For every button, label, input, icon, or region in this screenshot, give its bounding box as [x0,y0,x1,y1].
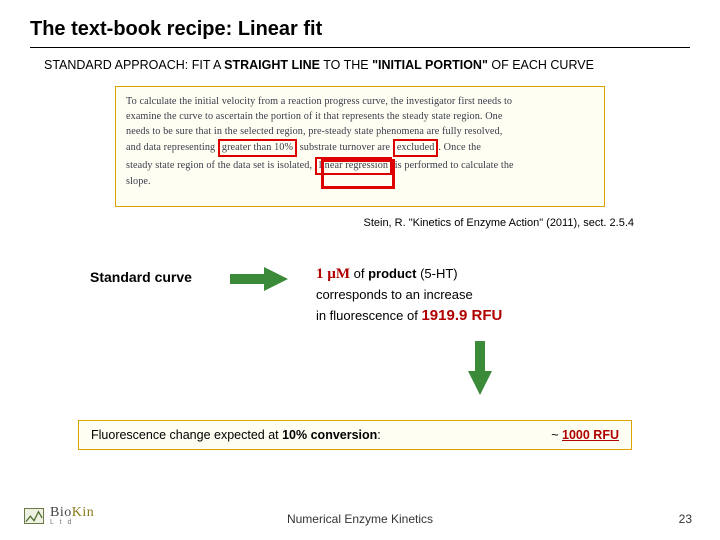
quote-l3: needs to be sure that in the selected re… [126,126,502,137]
highlight-excluded: excluded [393,139,439,157]
exp-left-b: 10% conversion [282,428,377,442]
expected-change-box: Fluorescence change expected at 10% conv… [78,420,632,450]
quote-text: To calculate the initial velocity from a… [126,95,594,190]
exp-left-c: : [377,428,380,442]
subhead-bold-2: "INITIAL PORTION" [372,58,488,72]
textbook-quote-box: To calculate the initial velocity from a… [115,86,605,207]
footer: BioKin L t d Numerical Enzyme Kinetics 2… [0,505,720,526]
standard-curve-row: Standard curve 1 µM of product (5-HT) co… [90,263,690,328]
subhead-mid: TO THE [320,58,372,72]
quote-l4a: and data representing [126,142,218,153]
title-divider [30,47,690,48]
highlight-10pct: greater than 10% [218,139,297,157]
one-micromolar: 1 µM [316,266,350,282]
page-title: The text-book recipe: Linear fit [30,18,690,41]
quote-l4c: substrate turnover are [297,142,393,153]
subhead-post: OF EACH CURVE [488,58,594,72]
standard-curve-label: Standard curve [90,269,192,285]
exp-left-a: Fluorescence change expected at [91,428,282,442]
of-product-pre: of [350,266,368,281]
expected-left: Fluorescence change expected at 10% conv… [91,428,381,442]
exp-right-a: ~ [551,428,562,442]
footer-center: Numerical Enzyme Kinetics [0,512,720,526]
quote-l6: slope. [126,176,151,187]
subhead-bold-1: STRAIGHT LINE [224,58,320,72]
quote-l4e: . Once the [438,142,481,153]
conversion-text: 1 µM of product (5-HT) corresponds to an… [316,263,502,328]
subheading: STANDARD APPROACH: FIT A STRAIGHT LINE T… [44,58,690,72]
subhead-pre: STANDARD APPROACH: FIT A [44,58,224,72]
conv-line2: corresponds to an increase [316,287,473,302]
rfu-value: 1919.9 RFU [421,307,502,324]
product-tail: (5-HT) [416,266,457,281]
expected-right: ~ 1000 RFU [551,428,619,442]
highlight-linear-regression: linear regression [315,157,392,175]
conv-line3a: in fluorescence of [316,308,422,323]
arrow-right-icon [230,267,288,296]
arrow-down-icon [468,341,690,400]
quote-l5a: steady state region of the data set is i… [126,160,315,171]
slide: The text-book recipe: Linear fit STANDAR… [0,0,720,540]
quote-l1: To calculate the initial velocity from a… [126,96,512,107]
page-number: 23 [679,512,692,526]
product-label: product [368,266,416,281]
citation: Stein, R. "Kinetics of Enzyme Action" (2… [30,217,634,229]
quote-l2: examine the curve to ascertain the porti… [126,111,502,122]
quote-l5c: is performed to calculate the [392,160,514,171]
exp-right-b: 1000 RFU [562,428,619,442]
